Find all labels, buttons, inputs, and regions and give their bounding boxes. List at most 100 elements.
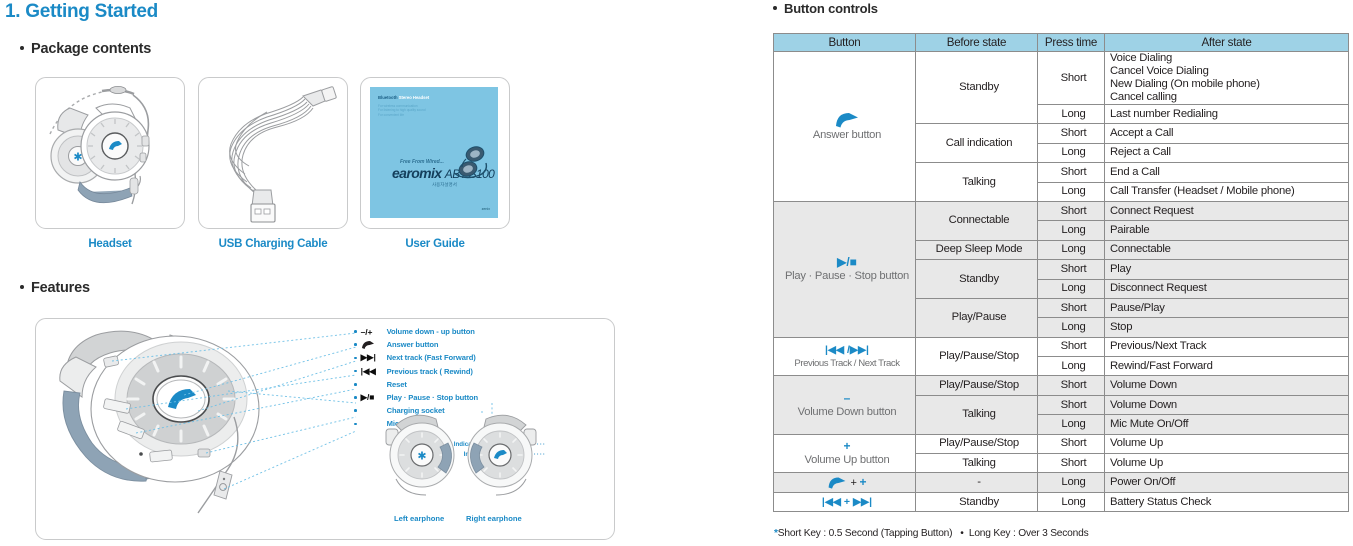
callout-dot-icon [354,356,357,360]
features-headset-diagram [59,330,357,514]
button-name: Previous Track / Next Track [794,357,900,369]
section-label: Button controls [784,1,878,16]
after-state-cell: Play [1104,259,1349,280]
after-state-cell: Previous/Next Track [1104,336,1349,358]
guide-feature-lines: For wireless communication For listening… [378,104,426,117]
button-name: Answer button [812,128,882,141]
callout-label: Next track (Fast Forward) [386,353,476,363]
previous-track-icon: |◀◀ [360,365,376,376]
before-state-cell: Standby [915,259,1038,299]
package-item-label: USB Charging Cable [218,238,328,250]
before-state-cell: Standby [915,50,1038,125]
svg-text:✱: ✱ [417,450,426,463]
press-time-cell: Long [1037,356,1105,377]
after-state-cell: Accept a Call [1104,123,1349,144]
press-time-cell: Long [1037,278,1105,299]
button-cell-volume-up: + Volume Up button [773,433,916,474]
press-time-cell: Long [1037,317,1105,338]
answer-phone-icon [361,339,387,350]
press-time-cell: Short [1037,433,1105,455]
before-state-cell: Deep Sleep Mode [915,239,1038,261]
package-contents-list: ✱ Headset USB Charging Cable Bluetooth S… [35,77,535,252]
button-cell-power-combo: + + [773,472,916,493]
table-row: – Volume Down button Play/Pause/Stop Sho… [773,375,1349,435]
before-state-cell: Connectable [915,200,1038,241]
bullet-dot-icon [773,6,777,11]
user-guide-cover: Bluetooth Stereo Headset For wireless co… [370,87,498,218]
user-guide-image-box: Bluetooth Stereo Headset For wireless co… [360,77,510,229]
after-state-cell: Last number Redialing [1104,103,1349,125]
prev-next-track-icon: |◀◀ /▶▶| [824,343,869,356]
bullet-dot-icon [20,45,24,50]
after-line: Voice Dialing [1110,52,1173,64]
after-state-cell: Volume Up [1104,453,1349,474]
after-state-cell: Pairable [1104,220,1349,241]
press-time-cell: Short [1037,51,1105,105]
after-state-cell: End a Call [1104,162,1349,183]
after-line: Cancel calling [1110,91,1177,103]
after-state-cell: Power On/Off [1104,472,1349,493]
right-earphone-label: Right earphone [466,514,522,523]
guide-earbuds-icon [453,146,488,179]
table-header-row: Button Before state Press time After sta… [773,33,1349,52]
press-time-cell: Long [1037,142,1105,164]
table-row: + Volume Up button Play/Pause/Stop Short… [773,433,1349,474]
press-time-cell: Long [1037,414,1105,435]
callout-label: Reset [386,379,407,389]
after-state-cell: Volume Up [1104,433,1349,455]
volume-down-up-icon: –/+ [360,326,373,337]
column-header-button: Button [773,33,916,52]
before-state-cell: Play/Pause/Stop [915,433,1038,455]
callout-reset: Reset [354,378,604,391]
usb-cable-image-box [198,77,348,229]
column-header-press-time: Press time [1037,33,1105,52]
column-header-after-state: After state [1104,33,1349,52]
table-row: |◀◀ + ▶▶| Standby Long Battery Status Ch… [773,491,1349,513]
button-name: Volume Up button [804,454,890,467]
headset-illustration: ✱ [49,85,150,205]
footnote-short: Short Key : 0.5 Second (Tapping Button) [777,528,953,539]
before-state-cell: - [915,472,1038,493]
package-item-user-guide: Bluetooth Stereo Headset For wireless co… [360,77,510,250]
section-label: Package contents [31,41,152,57]
press-time-cell: Short [1037,200,1105,222]
press-time-cell: Long [1037,472,1105,493]
next-track-icon: ▶▶| [360,352,376,363]
before-state-cell: Talking [915,394,1038,435]
press-time-cell: Short [1037,375,1105,396]
callout-dot-icon [354,343,357,347]
volume-up-icon: + [843,439,851,454]
after-state-cell: Reject a Call [1104,142,1349,164]
press-time-cell: Short [1037,336,1105,358]
manual-page: 1. Getting Started Package contents ✱ He… [0,0,1353,546]
volume-down-icon: – [843,390,851,405]
prev-next-combo-icon: |◀◀ + ▶▶| [821,495,873,508]
before-state-cell: Play/Pause [915,297,1038,338]
press-time-cell: Short [1037,259,1105,280]
button-controls-table: Button Before state Press time After sta… [773,33,1349,513]
after-state-cell: Disconnect Request [1104,278,1349,299]
callout-label: Answer button [386,340,439,350]
callout-prev-track: |◀◀ Previous track ( Rewind) [354,365,604,378]
press-time-cell: Long [1037,103,1105,125]
callout-volume: –/+ Volume down - up button [354,325,604,338]
table-row: Answer button Standby Short Voice Dialin… [773,50,1349,202]
press-time-cell: Short [1037,453,1105,474]
callout-label: Volume down - up button [386,327,475,337]
before-state-cell: Play/Pause/Stop [915,375,1038,396]
press-time-cell: Short [1037,162,1105,183]
press-time-cell: Long [1037,491,1105,513]
left-earphone-label: Left earphone [394,514,445,523]
left-column: 1. Getting Started Package contents ✱ He… [0,0,765,546]
before-state-cell: Talking [915,162,1038,202]
package-item-label: Headset [88,238,132,250]
play-pause-stop-icon: ▶/■ [360,392,375,403]
callout-dot-icon [354,383,357,386]
section-heading-button-controls: Button controls [773,1,878,16]
section-heading-features: Features [20,280,90,296]
after-state-cell: Pause/Play [1104,297,1349,319]
button-cell-battery-combo: |◀◀ + ▶▶| [773,491,916,513]
press-time-cell: Long [1037,239,1105,261]
features-diagram-panel: –/+ Volume down - up button Answer butto… [35,318,615,540]
callout-dot-icon [354,330,357,333]
